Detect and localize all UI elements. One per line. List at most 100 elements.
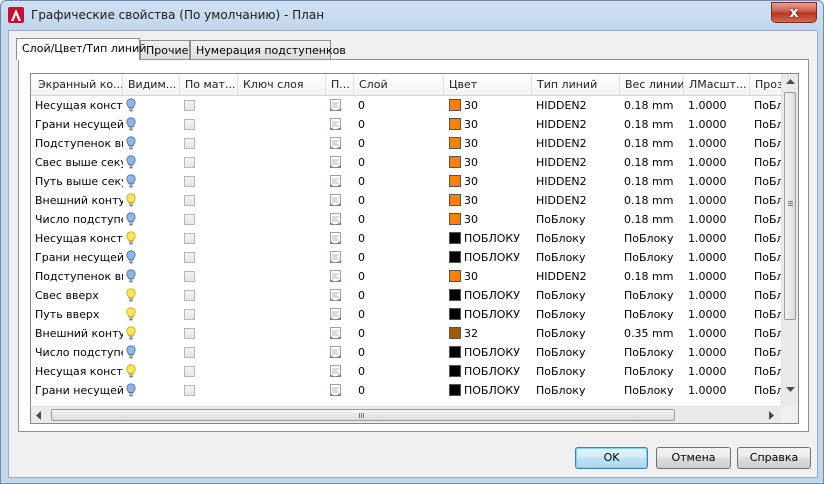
display-component-cell[interactable]: Грани несущей к bbox=[31, 115, 123, 134]
by-material-checkbox[interactable] bbox=[184, 271, 195, 282]
display-component-cell[interactable]: Несущая констр bbox=[31, 229, 123, 248]
table-row[interactable]: Подступенок вве 0 30 HIDDEN20.18 mm1.0000По… bbox=[31, 267, 781, 286]
table-row[interactable]: Несущая констр 0 ПОБЛОКУ ПоБлоку ПоБлоку 1.00… bbox=[31, 229, 781, 248]
layer-cell[interactable]: 0 bbox=[354, 115, 442, 134]
color-value[interactable]: ПОБЛОКУ bbox=[464, 229, 520, 248]
display-component-cell[interactable]: Свес вверх bbox=[31, 286, 123, 305]
lineweight-cell[interactable]: ПоБлоку bbox=[620, 305, 684, 324]
color-swatch[interactable] bbox=[449, 137, 461, 149]
linetype-scale-cell[interactable]: 1.0000 bbox=[684, 267, 750, 286]
lineweight-cell[interactable]: ПоБлоку bbox=[620, 229, 684, 248]
table-row[interactable]: Внешний контур 0 30 HIDDEN2 0.18 mm 1.0000 ПоБ… bbox=[31, 191, 781, 210]
lineweight-cell[interactable]: 0.18 mm bbox=[620, 153, 684, 172]
table-row[interactable]: Путь вверх 0 ПОБЛОКУ ПоБлоку ПоБлоку 1.0000 По… bbox=[31, 305, 781, 324]
color-swatch[interactable] bbox=[449, 118, 461, 130]
transparency-cell[interactable]: ПоБл bbox=[750, 248, 781, 267]
linetype-cell[interactable]: ПоБлоку bbox=[532, 248, 620, 267]
table-row[interactable]: Подступенок вы 0 30 HIDDEN20.18 mm1.0000ПоБ… bbox=[31, 134, 781, 153]
color-swatch[interactable] bbox=[449, 156, 461, 168]
linetype-cell[interactable]: HIDDEN2 bbox=[532, 96, 620, 115]
help-button[interactable]: Справка bbox=[737, 447, 811, 469]
lineweight-cell[interactable]: ПоБлоку bbox=[620, 248, 684, 267]
color-value[interactable]: ПОБЛОКУ bbox=[464, 286, 520, 305]
scroll-left-arrow-icon[interactable] bbox=[36, 411, 42, 420]
display-component-cell[interactable]: Свес выше секу bbox=[31, 153, 123, 172]
lineweight-cell[interactable]: 0.18 mm bbox=[620, 115, 684, 134]
color-value[interactable]: 30 bbox=[464, 134, 478, 153]
transparency-cell[interactable]: ПоБл bbox=[750, 362, 781, 381]
lightbulb-off-icon[interactable] bbox=[126, 136, 136, 151]
layer-cell[interactable]: 0 bbox=[354, 343, 442, 362]
linetype-scale-cell[interactable]: 1.0000 bbox=[684, 210, 750, 229]
display-component-cell[interactable]: Подступенок вве bbox=[31, 267, 123, 286]
plot-icon[interactable] bbox=[329, 232, 342, 245]
by-material-checkbox[interactable] bbox=[184, 328, 195, 339]
color-value[interactable]: 30 bbox=[464, 153, 478, 172]
linetype-cell[interactable]: HIDDEN2 bbox=[532, 172, 620, 191]
display-component-cell[interactable]: Несущая констр bbox=[31, 362, 123, 381]
linetype-scale-cell[interactable]: 1.0000 bbox=[684, 324, 750, 343]
lightbulb-off-icon[interactable] bbox=[126, 250, 136, 265]
color-value[interactable]: 32 bbox=[464, 324, 478, 343]
display-component-cell[interactable]: Подступенок вы bbox=[31, 134, 123, 153]
display-component-cell[interactable]: Подступенок вы bbox=[31, 400, 123, 402]
plot-icon[interactable] bbox=[329, 365, 342, 378]
scroll-up-arrow-icon[interactable] bbox=[786, 79, 795, 85]
transparency-cell[interactable]: ПоБл bbox=[750, 229, 781, 248]
layer-cell[interactable]: 0 bbox=[354, 381, 442, 400]
plot-icon[interactable] bbox=[329, 270, 342, 283]
linetype-scale-cell[interactable]: 1.0000 bbox=[684, 381, 750, 400]
color-swatch[interactable] bbox=[449, 327, 461, 339]
column-header-linetype[interactable]: Тип линий bbox=[532, 74, 620, 95]
layer-cell[interactable]: 0 bbox=[354, 248, 442, 267]
plot-icon[interactable] bbox=[329, 99, 342, 112]
display-component-cell[interactable]: Грани несущей к bbox=[31, 248, 123, 267]
title-bar[interactable]: Графические свойства (По умолчанию) - Пл… bbox=[1, 1, 823, 29]
linetype-cell[interactable]: HIDDEN2 bbox=[532, 267, 620, 286]
color-value[interactable]: 30 bbox=[464, 96, 478, 115]
linetype-scale-cell[interactable]: 1.0000 bbox=[684, 191, 750, 210]
transparency-cell[interactable]: ПоБл bbox=[750, 267, 781, 286]
column-header-linetype-scale[interactable]: ЛМасшт... bbox=[684, 74, 750, 95]
color-swatch[interactable] bbox=[449, 213, 461, 225]
color-swatch[interactable] bbox=[449, 175, 461, 187]
lineweight-cell[interactable]: 0.18 mm bbox=[620, 191, 684, 210]
color-swatch[interactable] bbox=[449, 289, 461, 301]
linetype-cell[interactable]: ПоБлоку bbox=[532, 381, 620, 400]
layer-cell[interactable]: 0 bbox=[354, 134, 442, 153]
linetype-cell[interactable]: HIDDEN2 bbox=[532, 134, 620, 153]
plot-icon[interactable] bbox=[329, 175, 342, 188]
scroll-down-arrow-icon[interactable] bbox=[786, 387, 795, 393]
linetype-cell[interactable]: HIDDEN2 bbox=[532, 115, 620, 134]
linetype-scale-cell[interactable]: 1.0000 bbox=[684, 153, 750, 172]
lightbulb-off-icon[interactable] bbox=[126, 345, 136, 360]
table-row[interactable]: Несущая констр 0 30 HIDDEN2 0.18 mm 1.0000 ПоБ… bbox=[31, 96, 781, 115]
color-swatch[interactable] bbox=[449, 308, 461, 320]
transparency-cell[interactable]: ПоБл bbox=[750, 115, 781, 134]
lightbulb-off-icon[interactable] bbox=[126, 269, 136, 284]
color-swatch[interactable] bbox=[449, 270, 461, 282]
color-value[interactable]: 30 bbox=[464, 172, 478, 191]
lineweight-cell[interactable]: 0.18 mm bbox=[620, 96, 684, 115]
transparency-cell[interactable]: ПоБл bbox=[750, 343, 781, 362]
tab-layer-color-linetype[interactable]: Слой/Цвет/Тип линий bbox=[16, 38, 146, 60]
linetype-scale-cell[interactable]: 1.0000 bbox=[684, 400, 750, 402]
lineweight-cell[interactable]: ПоБлоку bbox=[620, 343, 684, 362]
display-component-cell[interactable]: Путь вверх bbox=[31, 305, 123, 324]
transparency-cell[interactable]: ПоБл bbox=[750, 172, 781, 191]
layer-cell[interactable]: 0 bbox=[354, 324, 442, 343]
display-component-cell[interactable]: Внешний контур bbox=[31, 324, 123, 343]
display-component-cell[interactable]: Несущая констр bbox=[31, 96, 123, 115]
horizontal-scroll-thumb[interactable] bbox=[51, 409, 675, 421]
column-header-plot[interactable]: П... bbox=[326, 74, 354, 95]
lightbulb-off-icon[interactable] bbox=[126, 98, 136, 113]
plot-icon[interactable] bbox=[329, 289, 342, 302]
color-value[interactable]: 30 bbox=[464, 191, 478, 210]
plot-icon[interactable] bbox=[329, 213, 342, 226]
plot-icon[interactable] bbox=[329, 156, 342, 169]
display-component-cell[interactable]: Путь выше секу bbox=[31, 172, 123, 191]
linetype-cell[interactable]: ПоБлоку bbox=[532, 210, 620, 229]
lightbulb-on-icon[interactable] bbox=[126, 193, 136, 208]
transparency-cell[interactable]: ПоБл bbox=[750, 324, 781, 343]
column-header-visible[interactable]: Видим... bbox=[123, 74, 180, 95]
